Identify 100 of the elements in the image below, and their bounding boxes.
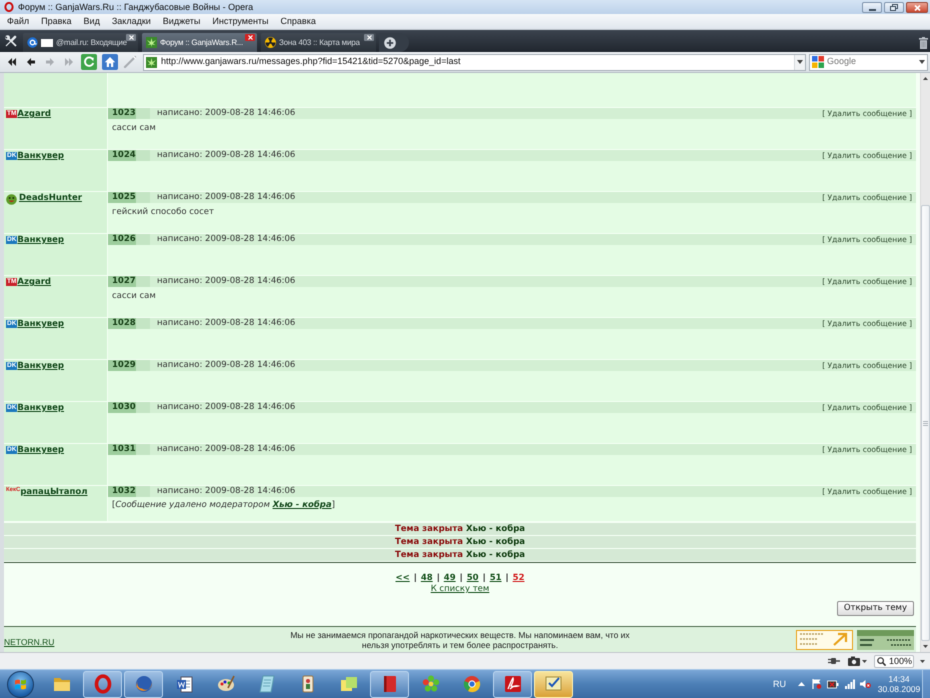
leaf-icon — [146, 56, 157, 68]
site-link[interactable]: NETORN.RU — [4, 636, 54, 646]
menu-item[interactable]: Справка — [274, 17, 322, 26]
tray-expand-button[interactable] — [798, 682, 805, 686]
username-link[interactable]: Azgard — [17, 277, 52, 288]
plus-icon — [384, 36, 396, 48]
close-icon — [128, 35, 134, 40]
page-separator: | — [414, 572, 417, 585]
menu-item[interactable]: Инструменты — [206, 17, 275, 26]
at-sign-icon — [27, 37, 38, 48]
close-button[interactable] — [906, 2, 928, 13]
back-arrow-icon — [26, 57, 36, 67]
taskbar-button[interactable] — [124, 670, 163, 698]
zoom-button[interactable]: 100% — [874, 654, 914, 668]
flag-icon — [14, 678, 27, 690]
username-link[interactable]: DeadsHunter — [19, 193, 82, 204]
post-date: написано: 2009-08-28 14:46:06 — [157, 487, 296, 496]
scrollbar-thumb[interactable] — [921, 205, 930, 641]
tab[interactable]: Форум :: GanjaWars.R... — [142, 33, 257, 52]
snapshot-button[interactable] — [848, 656, 867, 666]
topic-list-link[interactable]: К списку тем — [430, 584, 490, 594]
username-link[interactable]: Ванкувер — [17, 445, 64, 456]
forward-arrow-icon — [45, 57, 55, 67]
topic-closed-notice: Тема закрыта Хью - кобра — [394, 538, 526, 546]
dropdown-button[interactable] — [794, 54, 805, 70]
new-tab-button[interactable] — [379, 33, 409, 52]
post-number: 1027 — [108, 276, 150, 287]
post-number: 1023 — [108, 108, 150, 119]
flower-icon — [420, 674, 440, 694]
username-link[interactable]: Ванкувер — [17, 235, 64, 246]
clock-time: 14:34 — [888, 674, 910, 684]
page-link[interactable]: 52 — [512, 572, 524, 585]
username-link[interactable]: Ванкувер — [17, 319, 64, 330]
taskbar-button[interactable] — [370, 670, 409, 698]
wheel-icon — [462, 674, 482, 694]
menu-item[interactable]: Вид — [78, 17, 106, 26]
search-icon — [877, 656, 886, 666]
clock-date: 30.08.2009 — [878, 684, 920, 694]
tab-close-button[interactable] — [364, 34, 374, 41]
open-topic-button[interactable]: Открыть тему — [836, 601, 914, 616]
close-icon — [366, 35, 372, 40]
clock[interactable]: 14:34 30.08.2009 — [877, 674, 921, 694]
down-caret-icon — [923, 645, 928, 648]
tab[interactable]: Зона 403 :: Карта мира — [261, 33, 376, 52]
page-link[interactable]: 49 — [444, 572, 456, 585]
post-number: 1032 — [108, 486, 150, 497]
globe-icon — [134, 674, 154, 694]
address-field[interactable]: http://www.ganjawars.ru/messages.php?fid=15421&tid=5270&page_id=last — [143, 54, 806, 70]
tab-title: Форум :: GanjaWars.R... — [160, 38, 243, 46]
trash-icon — [919, 36, 928, 48]
menu-item[interactable]: Правка — [35, 17, 78, 26]
rewind-icon — [7, 57, 17, 67]
flag-icon[interactable] — [812, 679, 822, 689]
tab[interactable]: @mail.ru: Входящие — [23, 33, 138, 52]
menu-item[interactable]: Виджеты — [156, 17, 206, 26]
speaker-icon[interactable] — [860, 679, 871, 689]
plug-icon — [828, 656, 840, 666]
post-date: написано: 2009-08-28 14:46:06 — [157, 109, 296, 118]
camera-icon — [848, 656, 860, 666]
minimize-button[interactable] — [862, 2, 882, 13]
username-link[interactable]: рапацЫтапол — [20, 487, 88, 498]
restore-button[interactable] — [884, 2, 904, 13]
leaf-icon — [146, 37, 157, 48]
start-button[interactable] — [7, 670, 34, 698]
page-link[interactable]: 51 — [490, 572, 502, 585]
reload-icon — [81, 54, 97, 70]
language-indicator[interactable]: RU — [773, 680, 786, 688]
message-text: гейский способо сосет — [111, 206, 215, 218]
username-link[interactable]: Ванкувер — [17, 403, 64, 414]
status-button[interactable] — [828, 656, 840, 666]
menu-item[interactable]: Закладки — [106, 17, 157, 26]
tab-title: Зона 403 :: Карта мира — [279, 38, 360, 46]
post-date: написано: 2009-08-28 14:46:06 — [157, 361, 296, 370]
signal-bars-icon[interactable] — [845, 679, 855, 689]
pdf-icon — [502, 674, 522, 694]
caret-icon — [920, 660, 924, 662]
username-link[interactable]: Ванкувер — [17, 361, 64, 372]
up-caret-icon — [923, 77, 928, 80]
post-number: 1025 — [108, 192, 150, 203]
tab-close-button[interactable] — [126, 34, 136, 41]
post-date: написано: 2009-08-28 14:46:06 — [157, 319, 296, 328]
search-field[interactable]: Google — [809, 54, 928, 70]
menu-item[interactable]: Файл — [1, 17, 36, 26]
ring-icon — [92, 674, 112, 694]
username-link[interactable]: Azgard — [17, 109, 52, 120]
page-link[interactable]: 48 — [420, 572, 433, 585]
tab-close-button[interactable] — [245, 34, 255, 41]
post-date: написано: 2009-08-28 14:46:06 — [157, 445, 296, 454]
moderator-link[interactable]: Хью - кобра — [272, 500, 332, 510]
page-link[interactable]: << — [395, 572, 410, 585]
message-text: сасси сам — [111, 290, 157, 302]
battery-icon[interactable] — [827, 679, 839, 689]
tiles-icon — [812, 56, 824, 68]
caret-icon — [918, 60, 924, 64]
page-link[interactable]: 50 — [466, 572, 479, 585]
logo-icon — [4, 2, 14, 12]
moderation-note: [Сообщение удалено модератором Хью - кобра] — [111, 499, 336, 511]
username-link[interactable]: Ванкувер — [17, 151, 64, 162]
taskbar-button[interactable] — [83, 670, 122, 698]
taskbar-button[interactable] — [493, 670, 532, 698]
